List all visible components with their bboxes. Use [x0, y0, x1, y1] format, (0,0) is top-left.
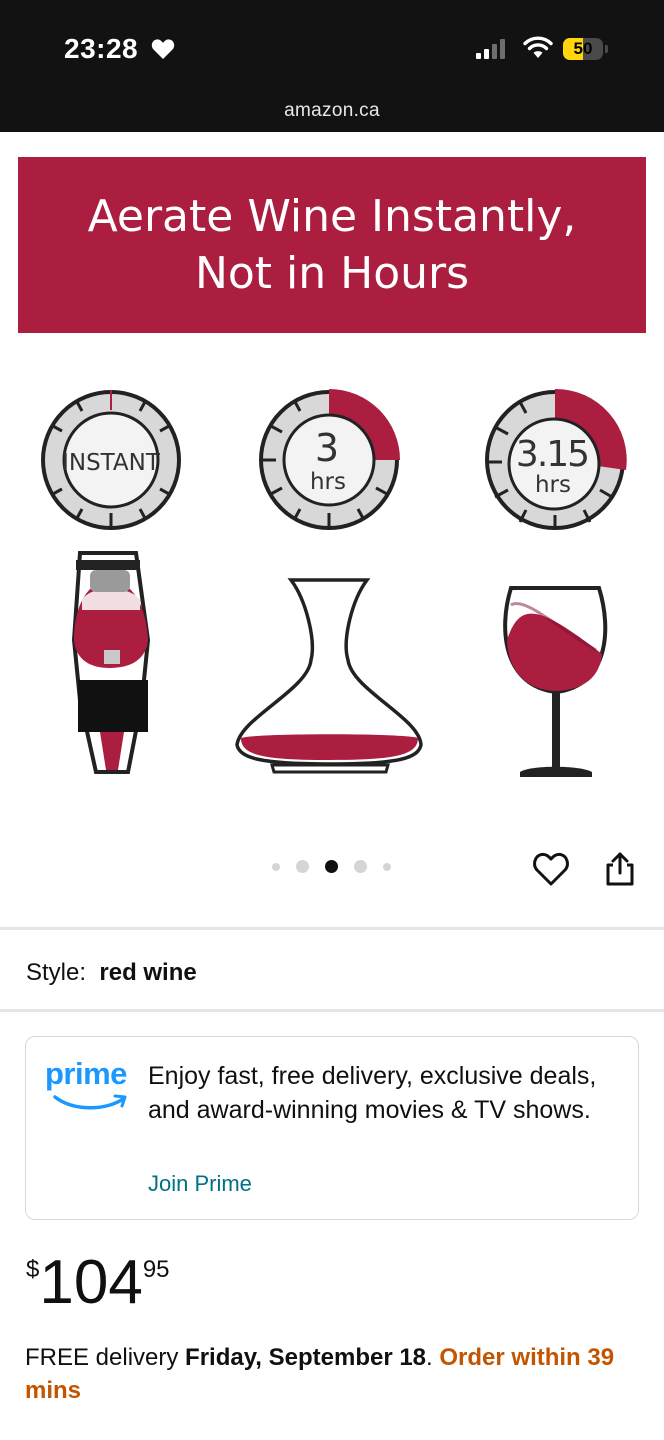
battery-nub	[605, 45, 608, 53]
prime-logo-text: prime	[45, 1056, 127, 1091]
delivery-date: Friday, September 18	[185, 1344, 427, 1371]
delivery-prefix: FREE delivery	[25, 1344, 186, 1371]
delivery-suffix: .	[426, 1344, 440, 1371]
image-carousel-dots[interactable]	[272, 860, 407, 873]
timer-instant: INSTANT	[41, 390, 181, 530]
wine-aerator-image	[71, 551, 151, 774]
heart-outline-icon[interactable]	[533, 851, 569, 887]
timer-value-3: 3	[315, 426, 339, 470]
timer-3-15-hrs: 3.15 hrs	[485, 388, 627, 530]
status-time: 23:28	[64, 33, 139, 64]
style-selector[interactable]: Style: red wine	[26, 959, 197, 987]
battery-indicator: 50	[563, 38, 603, 60]
delivery-info: FREE delivery Friday, September 18. Orde…	[25, 1341, 645, 1407]
decanter-image	[235, 578, 423, 774]
banner-headline: Aerate Wine Instantly, Not in Hours	[88, 188, 577, 302]
heart-icon	[151, 39, 175, 59]
timer-label-instant: INSTANT	[62, 450, 161, 476]
cellular-signal-icon	[476, 39, 505, 59]
share-icon[interactable]	[603, 851, 637, 887]
battery-percent: 50	[573, 39, 593, 58]
carousel-dot[interactable]	[354, 860, 367, 873]
timer-3-hrs: 3 hrs	[259, 389, 400, 530]
carousel-dot[interactable]	[383, 862, 391, 871]
section-divider	[0, 927, 664, 930]
prime-logo: prime	[45, 1057, 131, 1118]
prime-description: Enjoy fast, free delivery, exclusive dea…	[148, 1062, 597, 1124]
banner-line-2: Not in Hours	[194, 248, 470, 299]
prime-promo-card: prime Enjoy fast, free delivery, exclusi…	[25, 1036, 639, 1220]
price-currency: $	[26, 1256, 40, 1283]
banner-line-1: Aerate Wine Instantly,	[87, 191, 577, 242]
status-bar: 23:28 50 amazon.ca	[0, 0, 664, 132]
join-prime-link[interactable]: Join Prime	[148, 1171, 252, 1197]
timer-unit-3-15: hrs	[535, 472, 571, 498]
carousel-dot[interactable]	[296, 860, 309, 873]
price-whole: 104	[39, 1248, 143, 1317]
wine-glass-image	[503, 586, 608, 777]
section-divider	[0, 1009, 664, 1012]
product-image-banner[interactable]: Aerate Wine Instantly, Not in Hours	[18, 157, 646, 333]
carousel-dot[interactable]	[325, 860, 338, 873]
timer-unit-3: hrs	[310, 469, 346, 495]
product-image-illustration[interactable]: INSTANT 3 hrs 3.15 hrs	[0, 360, 664, 800]
address-bar-url[interactable]: amazon.ca	[0, 100, 664, 122]
style-value: red wine	[99, 959, 197, 986]
carousel-dot[interactable]	[272, 862, 280, 871]
price-fraction: 95	[142, 1256, 170, 1283]
style-label: Style:	[26, 959, 87, 986]
price: $10495	[26, 1248, 170, 1318]
timer-value-3-15: 3.15	[516, 434, 588, 475]
wifi-icon	[523, 36, 553, 58]
prime-smile-icon	[53, 1094, 127, 1110]
